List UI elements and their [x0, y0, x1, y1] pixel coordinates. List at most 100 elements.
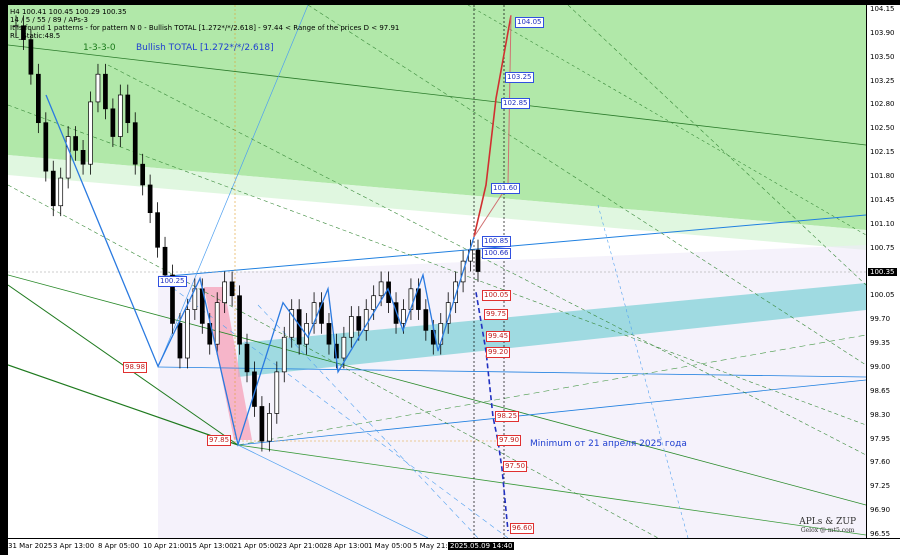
brand-sub: Gelox @ mt5.com — [800, 527, 855, 534]
candle-body — [147, 184, 153, 214]
candle-body — [237, 295, 242, 345]
candle-body — [155, 212, 160, 248]
level-label-red: 99.45 — [486, 331, 511, 342]
current-price-tag: 100.35 — [868, 267, 897, 276]
candle-body — [267, 413, 272, 442]
plot-area[interactable]: H4 100.41 100.45 100.29 100.35 14 / 5 / … — [8, 5, 866, 538]
price-tick: 99.00 — [870, 362, 891, 371]
candle-body — [95, 73, 101, 103]
candle-body — [401, 309, 406, 324]
time-tick: 15 Apr 13:00 — [188, 542, 234, 550]
level-label-red: 99.20 — [486, 347, 511, 358]
price-tick: 103.90 — [870, 28, 895, 37]
chart-window: H4 100.41 100.45 100.29 100.35 14 / 5 / … — [0, 0, 900, 555]
candle-body — [222, 281, 227, 303]
info-line-3: It is found 1 patterns - for pattern N 0… — [10, 24, 400, 32]
candle-body — [140, 163, 146, 186]
price-tick: 101.45 — [870, 195, 895, 204]
level-label-red: 99.75 — [484, 309, 509, 320]
price-tick: 104.15 — [870, 5, 895, 13]
price-tick: 102.80 — [870, 100, 895, 109]
candle-body — [214, 302, 220, 345]
candle-body — [185, 309, 190, 359]
time-tick: 10 Apr 21:00 — [143, 542, 189, 550]
price-tick: 101.10 — [870, 219, 895, 228]
candle-body — [36, 73, 41, 124]
level-label-blue: 102.85 — [501, 98, 530, 109]
candle-body — [475, 249, 481, 272]
brand: APLs & ZUP Gelox @ mt5.com — [799, 517, 856, 534]
price-axis[interactable]: 104.15 103.90 103.50 103.25 102.80 102.50 102.… — [866, 5, 900, 538]
info-line-2: 14 / 5 / 55 / 89 / APs-3 — [10, 16, 88, 24]
level-label-blue: 104.05 — [515, 17, 544, 28]
time-axis[interactable]: 31 Mar 2025 3 Apr 13:00 8 Apr 05:00 10 Apr … — [8, 538, 900, 555]
candle-body — [356, 316, 362, 331]
price-tick: 99.70 — [870, 315, 891, 324]
candle-body — [28, 39, 34, 75]
price-tick: 102.15 — [870, 148, 895, 157]
time-tick: 3 Apr 13:00 — [53, 542, 95, 550]
symbol-line: H4 100.41 100.45 100.29 100.35 — [10, 8, 127, 16]
price-tick: 101.80 — [870, 172, 895, 181]
time-tick: 21 Apr 05:00 — [233, 542, 279, 550]
level-label-red: 97.85 — [207, 435, 232, 446]
candle-body — [132, 122, 138, 165]
candle-body — [80, 150, 86, 165]
level-label-red: 97.50 — [503, 461, 528, 472]
time-tick: 8 Apr 05:00 — [98, 542, 140, 550]
info-line-4: RL_Static:48.5 — [10, 32, 61, 40]
candle-body — [229, 281, 235, 297]
candle-body — [326, 323, 332, 345]
level-label-red: 100.05 — [482, 290, 511, 301]
price-tick: 97.25 — [870, 482, 891, 491]
candle-body — [177, 323, 183, 359]
level-label-red: 98.98 — [123, 362, 148, 373]
price-tick: 103.50 — [870, 52, 895, 61]
candle-body — [423, 309, 429, 331]
level-label-red: 96.60 — [510, 523, 535, 534]
candle-body — [117, 94, 123, 137]
level-label-blue: 100.66 — [482, 248, 511, 259]
time-tick: 23 Apr 21:00 — [278, 542, 324, 550]
candle-body — [50, 170, 56, 207]
candle-body — [162, 246, 168, 276]
candle-body — [274, 371, 280, 414]
price-tick: 98.30 — [870, 410, 891, 419]
level-label-blue: 100.25 — [158, 276, 187, 287]
candle-body — [103, 73, 108, 110]
candle-body — [43, 122, 49, 172]
candle-body — [341, 336, 347, 359]
candle-body — [378, 281, 384, 297]
time-tick: 28 Apr 13:00 — [323, 542, 369, 550]
price-tick: 102.50 — [870, 124, 895, 133]
time-tick: 1 May 05:00 — [368, 542, 412, 550]
level-label-red: 98.25 — [495, 411, 520, 422]
candle-body — [348, 316, 354, 338]
current-time-tag: 2025.05.09 14:40 — [448, 542, 515, 550]
time-tick: 31 Mar 2025 — [8, 542, 53, 550]
price-tick: 96.90 — [870, 506, 891, 515]
level-label-red: 97.90 — [497, 435, 522, 446]
pattern-name: Bullish TOTAL [1.272*/*/2.618] — [136, 43, 274, 53]
candle-body — [125, 94, 131, 124]
price-tick: 98.65 — [870, 386, 891, 395]
price-tick: 97.95 — [870, 434, 891, 443]
candle-body — [244, 343, 250, 373]
level-label-blue: 103.25 — [505, 72, 534, 83]
price-tick: 100.75 — [870, 243, 895, 252]
candle-body — [259, 406, 265, 442]
annotation: Minimum от 21 апреля 2025 года — [530, 439, 687, 449]
candle-body — [88, 101, 93, 165]
brand-name: APLs & ZUP — [799, 517, 856, 527]
candle-body — [281, 336, 287, 373]
candle-body — [371, 295, 377, 310]
lavender-area — [158, 245, 866, 538]
candle-body — [110, 108, 116, 137]
candle-body — [73, 136, 78, 151]
price-tick: 100.05 — [870, 291, 895, 300]
price-tick: 96.55 — [870, 530, 891, 538]
level-label-blue: 101.60 — [491, 183, 520, 194]
pattern-code: 1-3-3-0 — [83, 43, 116, 53]
price-tick: 99.35 — [870, 339, 891, 348]
price-tick: 97.60 — [870, 458, 891, 467]
